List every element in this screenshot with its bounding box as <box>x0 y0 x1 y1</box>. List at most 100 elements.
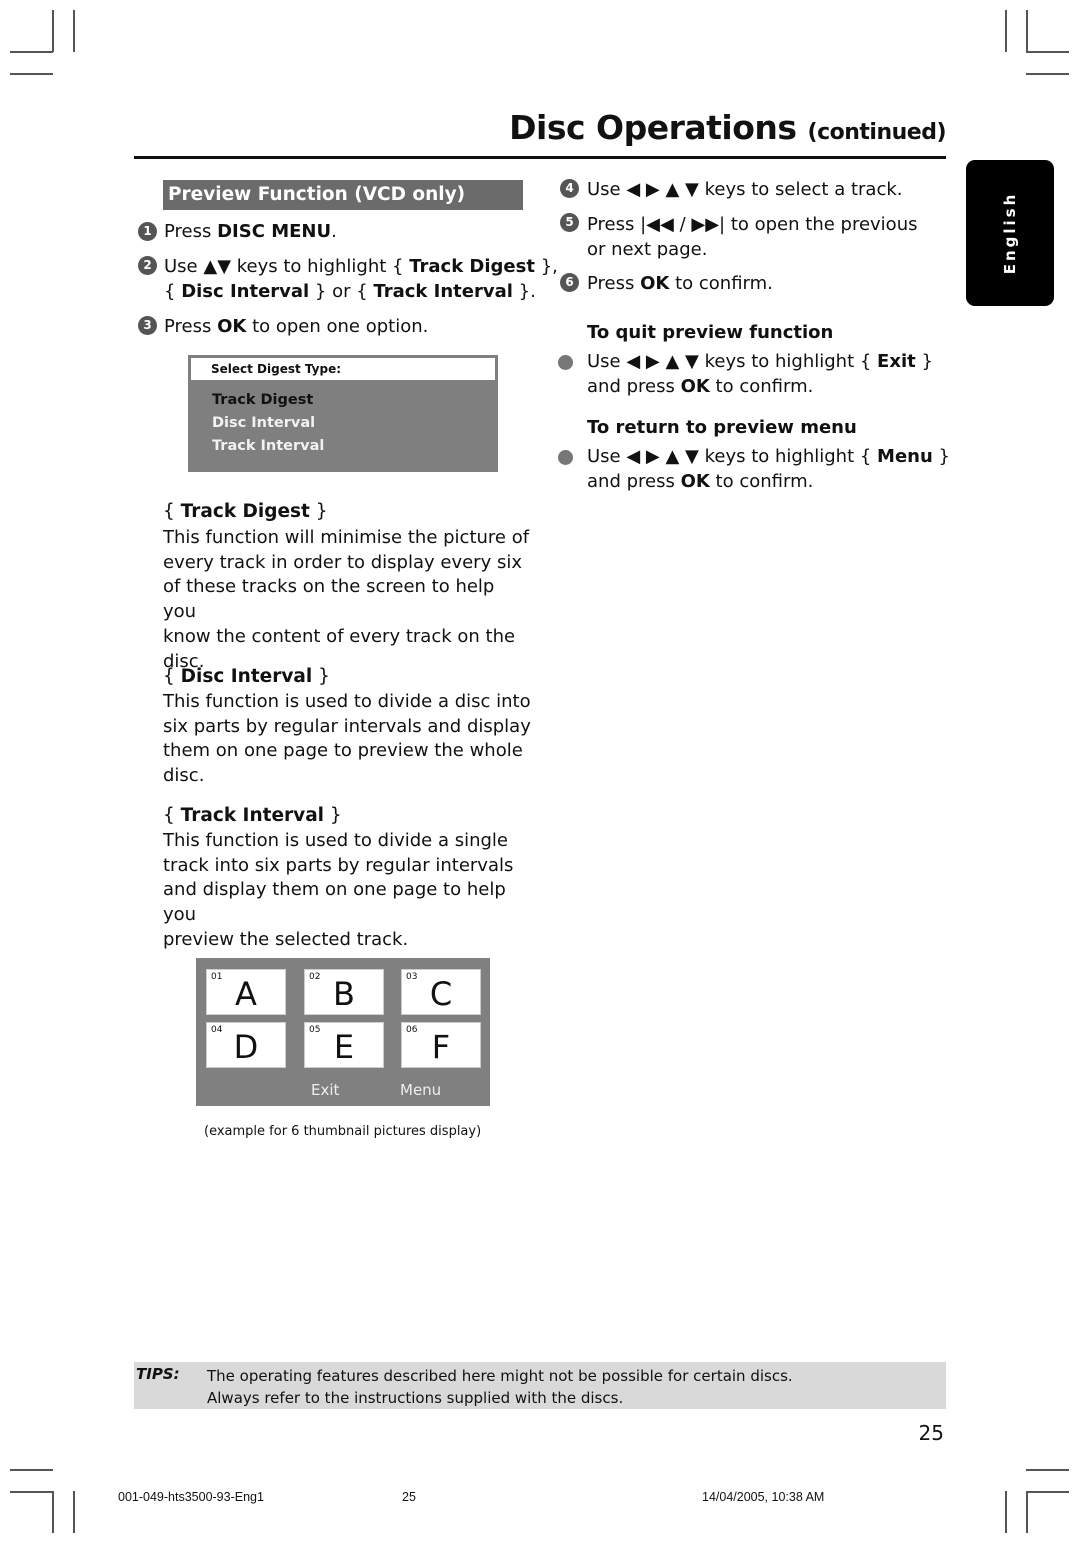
step-number-badge: 4 <box>560 179 579 198</box>
option-name: Disc Interval <box>180 666 313 687</box>
option-name: Exit <box>877 351 916 372</box>
text-line: every track in order to display every si… <box>163 551 522 573</box>
step-text: Use ◀ ▶ ▲ ▼ keys to select a track. <box>587 179 903 200</box>
thumbnail: 01 A <box>206 969 286 1015</box>
crop-mark <box>1026 10 1028 52</box>
thumbnail-letter: D <box>233 1028 259 1066</box>
digest-type-menu: Select Digest Type: Track Digest Disc In… <box>188 355 498 472</box>
thumbnail-letter: E <box>333 1028 355 1066</box>
bullet-icon <box>558 355 573 370</box>
crop-mark <box>10 1469 53 1471</box>
step-text: . <box>331 221 337 242</box>
crop-mark <box>1026 1491 1028 1533</box>
text-line: know the content of every track on the <box>163 625 516 647</box>
thumbnail-letter: C <box>429 975 453 1013</box>
step-text: to open one option. <box>246 316 429 337</box>
bullet-icon <box>558 450 573 465</box>
step-text: and press <box>587 471 681 492</box>
step-text: Use ▲▼ keys to highlight { <box>164 256 410 277</box>
thumbnail-letter: B <box>333 975 355 1013</box>
crop-mark <box>52 1491 54 1533</box>
subheading-quit: To quit preview function <box>587 320 833 345</box>
option-title: { Track Interval } <box>163 805 342 826</box>
option-name: Track Digest <box>409 256 535 277</box>
step-text: } <box>915 351 933 372</box>
subheading-return: To return to preview menu <box>587 415 857 440</box>
step-2: Use ▲▼ keys to highlight { Track Digest … <box>164 254 558 304</box>
step-text: to confirm. <box>709 471 814 492</box>
text-line: The operating features described here mi… <box>207 1367 793 1385</box>
step-text: and press <box>587 376 681 397</box>
step-text: to confirm. <box>669 273 773 294</box>
thumbnail-letter: F <box>431 1028 451 1066</box>
crop-mark <box>73 1491 75 1533</box>
option-name: Track Interval <box>180 805 325 826</box>
menu-header: Select Digest Type: <box>191 358 495 380</box>
thumbnail: 03 C <box>401 969 481 1015</box>
page-number: 25 <box>918 1421 944 1445</box>
text-line: them on one page to preview the whole <box>163 740 523 762</box>
step-1: Press DISC MENU. <box>164 219 337 244</box>
key-name: OK <box>680 376 710 397</box>
crop-mark <box>1005 1491 1007 1533</box>
crop-mark <box>52 10 54 52</box>
crop-mark <box>10 51 53 53</box>
step-text: to confirm. <box>709 376 814 397</box>
thumbnail: 02 B <box>304 969 384 1015</box>
footer-file: 001-049-hts3500-93-Eng1 <box>118 1490 264 1504</box>
step-text: Use ◀ ▶ ▲ ▼ keys to highlight { <box>587 351 878 372</box>
text-line: track into six parts by regular interval… <box>163 854 514 876</box>
step-number-badge: 3 <box>138 316 157 335</box>
text-line: This function is used to divide a disc i… <box>163 691 531 712</box>
thumbnail: 04 D <box>206 1022 286 1068</box>
crop-mark <box>1005 10 1007 52</box>
step-3: Press OK to open one option. <box>164 314 428 339</box>
menu-item-disc-interval: Disc Interval <box>212 415 316 431</box>
text-line: of these tracks on the screen to help yo… <box>163 576 495 623</box>
crop-mark <box>10 1491 53 1493</box>
title-divider <box>134 156 946 159</box>
option-name: Menu <box>877 446 933 467</box>
crop-mark <box>10 73 53 75</box>
key-name: DISC MENU <box>217 221 332 242</box>
text-line: disc. <box>163 765 205 787</box>
step-number-badge: 1 <box>138 222 157 241</box>
menu-item-track-digest: Track Digest <box>212 392 314 408</box>
step-5: Press |◀◀ / ▶▶| to open the previous or … <box>587 212 917 262</box>
footer-page: 25 <box>402 1490 416 1504</box>
option-name: Track Digest <box>180 501 310 522</box>
return-instruction: Use ◀ ▶ ▲ ▼ keys to highlight { Menu } a… <box>587 444 950 494</box>
exit-option: Exit <box>311 1081 340 1099</box>
step-text: { <box>164 281 182 302</box>
crop-mark <box>1026 1491 1069 1493</box>
option-description: This function is used to divide a single… <box>163 829 533 953</box>
step-number-badge: 5 <box>560 213 579 232</box>
subheading-text: To return to preview menu <box>587 417 857 438</box>
language-tab: English <box>966 160 1054 306</box>
tips-text: The operating features described here mi… <box>207 1365 793 1409</box>
step-text: Press |◀◀ / ▶▶| to open the previous <box>587 214 918 235</box>
option-title: { Track Digest } <box>163 501 328 522</box>
tips-label: TIPS: <box>136 1365 180 1383</box>
option-title: { Disc Interval } <box>163 666 330 687</box>
thumbnail: 05 E <box>304 1022 384 1068</box>
text-line: Always refer to the instructions supplie… <box>207 1389 624 1407</box>
tips-box: TIPS: The operating features described h… <box>134 1362 946 1409</box>
crop-mark <box>1026 51 1069 53</box>
step-text: } <box>932 446 950 467</box>
key-name: OK <box>680 471 710 492</box>
step-6: Press OK to confirm. <box>587 271 773 296</box>
step-4: Use ◀ ▶ ▲ ▼ keys to select a track. <box>587 177 903 202</box>
option-name: Track Interval <box>373 281 513 302</box>
step-text: Use ◀ ▶ ▲ ▼ keys to highlight { <box>587 446 878 467</box>
thumbnail: 06 F <box>401 1022 481 1068</box>
page-title-suffix: (continued) <box>807 120 947 145</box>
section-heading: Preview Function (VCD only) <box>163 180 523 210</box>
crop-mark <box>73 10 75 52</box>
text-line: and display them on one page to help you <box>163 879 506 926</box>
step-text: } or { <box>309 281 374 302</box>
page-title: Disc Operations (continued) <box>509 108 946 147</box>
step-text: Press <box>164 316 218 337</box>
subheading-text: To quit preview function <box>587 322 834 343</box>
option-description: This function will minimise the picture … <box>163 526 533 674</box>
